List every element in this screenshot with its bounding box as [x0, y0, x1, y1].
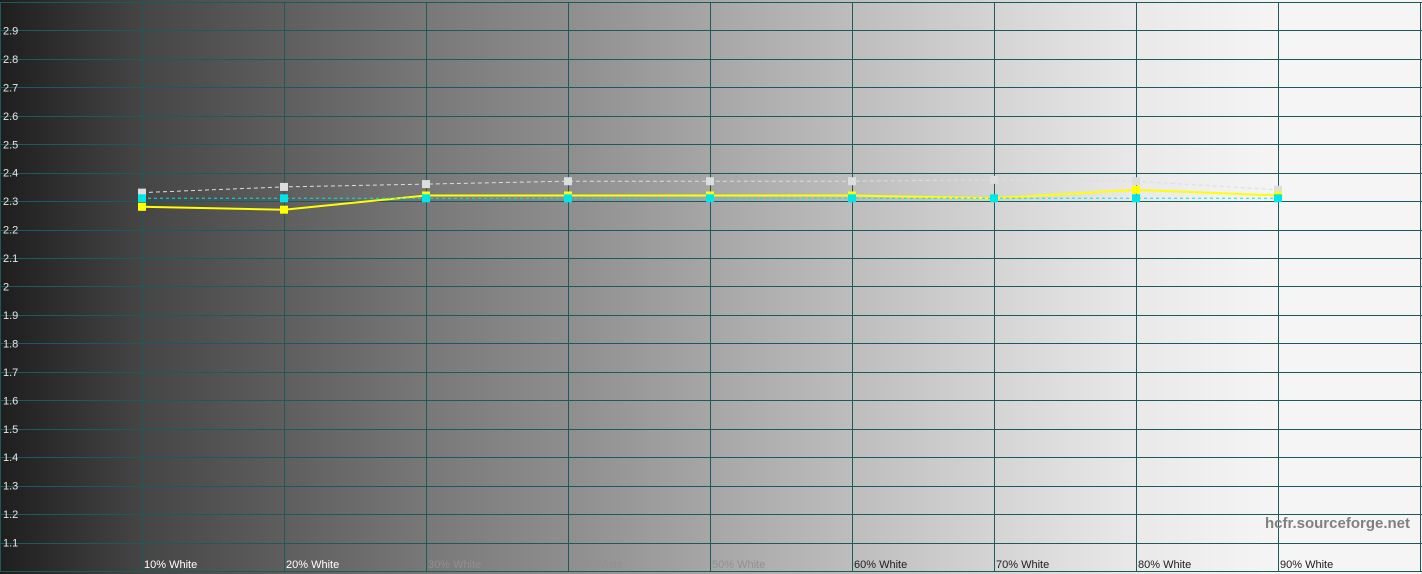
data-point-reference — [848, 194, 856, 203]
y-tick-label: 1.4 — [3, 452, 18, 464]
data-point-actual — [1132, 185, 1140, 194]
watermark-text: hcfr.sourceforge.net — [1265, 515, 1410, 532]
y-tick-label: 2.6 — [3, 111, 18, 123]
data-point-actual — [280, 205, 288, 214]
y-tick-label: 1.6 — [3, 395, 18, 407]
y-tick-label: 2.5 — [3, 139, 18, 151]
data-point-secondary — [564, 177, 572, 186]
x-tick-label: 50% White — [712, 559, 765, 571]
data-point-reference — [1132, 194, 1140, 203]
y-tick-label: 1.3 — [3, 481, 18, 493]
x-tick-label: 90% White — [1280, 559, 1333, 571]
data-point-reference — [706, 194, 714, 203]
data-point-reference — [564, 194, 572, 203]
data-point-secondary — [422, 180, 430, 189]
data-point-secondary — [1132, 177, 1140, 186]
y-tick-label: 1.2 — [3, 509, 18, 521]
y-tick-label: 2.9 — [3, 25, 18, 37]
y-tick-label: 2.4 — [3, 168, 18, 180]
y-tick-label: 2.3 — [3, 196, 18, 208]
data-point-actual — [138, 202, 146, 211]
data-point-secondary — [706, 177, 714, 186]
data-point-reference — [990, 194, 998, 203]
y-tick-label: 1.7 — [3, 367, 18, 379]
x-tick-label: 70% White — [996, 559, 1049, 571]
x-tick-label: 80% White — [1138, 559, 1191, 571]
x-tick-label: 20% White — [286, 559, 339, 571]
data-point-secondary — [280, 182, 288, 191]
gamma-chart: 1.1 1.2 1.3 1.4 1.5 1.6 1.7 1.8 1.9 2 2.1 2.2 2.3 2.4… — [0, 0, 1422, 574]
y-tick-label: 1.1 — [3, 538, 18, 550]
x-tick-label: 60% White — [854, 559, 907, 571]
data-point-reference — [422, 194, 430, 203]
data-point-secondary — [990, 175, 998, 184]
y-tick-label: 1.8 — [3, 338, 18, 350]
y-tick-label: 2.8 — [3, 54, 18, 66]
x-tick-label: 40% White — [570, 559, 623, 571]
y-tick-label: 2.2 — [3, 225, 18, 237]
y-tick-label: 2.7 — [3, 82, 18, 94]
chart-svg: 1.1 1.2 1.3 1.4 1.5 1.6 1.7 1.8 1.9 2 2.1 2.2 2.3 2.4… — [0, 0, 1422, 574]
data-point-reference — [138, 194, 146, 203]
x-tick-label: 30% White — [428, 559, 481, 571]
x-tick-label: 10% White — [144, 559, 197, 571]
y-tick-label: 2 — [3, 282, 9, 294]
data-point-reference — [1274, 194, 1282, 203]
y-tick-label: 1.5 — [3, 424, 18, 436]
y-tick-label: 2.1 — [3, 253, 18, 265]
y-tick-label: 1.9 — [3, 310, 18, 322]
data-point-secondary — [848, 177, 856, 186]
data-point-reference — [280, 194, 288, 203]
